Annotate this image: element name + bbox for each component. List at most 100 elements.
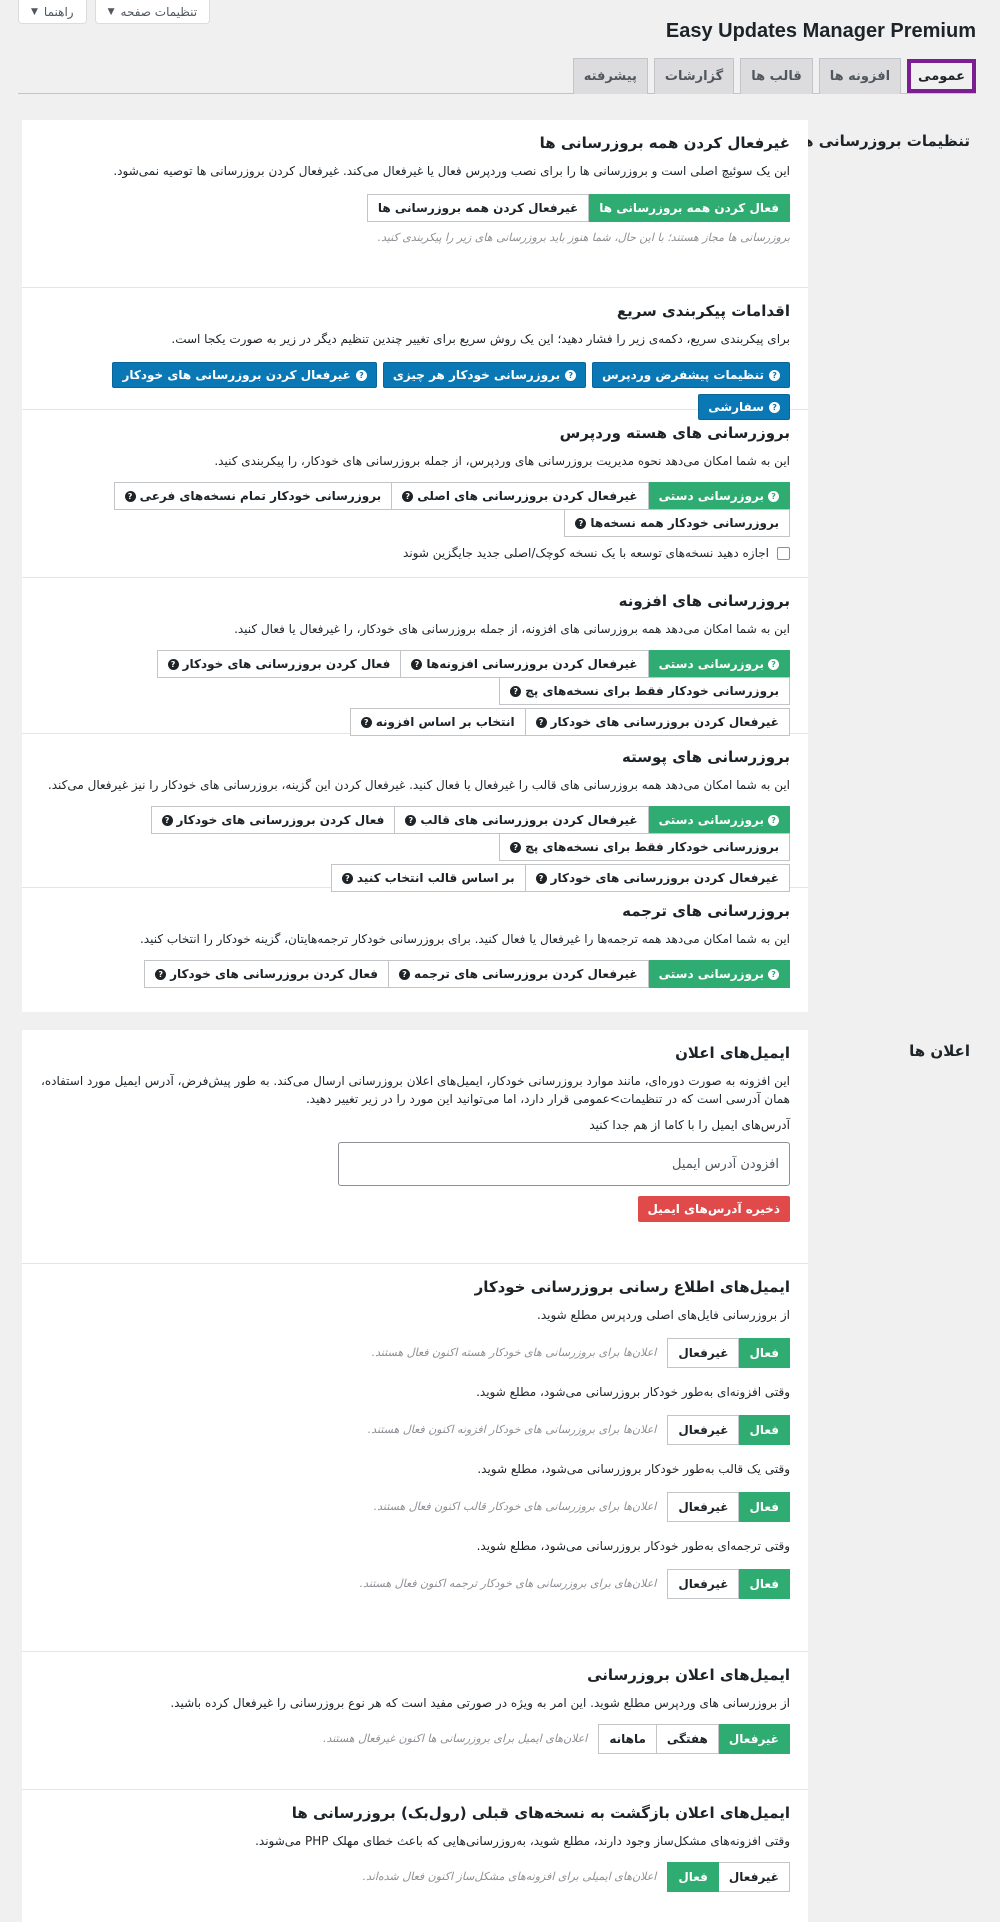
block-desc: این به شما امکان می‌دهد نحوه مدیریت بروز… <box>214 454 790 468</box>
translation-disable-button[interactable]: غیرفعال کردن بروزرسانی های ترجمه? <box>387 960 649 988</box>
core-all-button[interactable]: بروزرسانی خودکار همه نسخه‌ها? <box>564 509 790 537</box>
translation-updates-block: بروزرسانی های ترجمه این به شما امکان می‌… <box>22 888 808 1012</box>
caret-down-icon: ▼ <box>31 6 38 17</box>
block-title: اقدامات پیکربندی سریع <box>616 302 790 320</box>
core-minor-button[interactable]: بروزرسانی خودکار تمام نسخه‌های فرعی? <box>113 482 393 510</box>
disable-all-updates-button[interactable]: غیرفعال کردن همه بروزرسانی ها <box>366 194 590 222</box>
theme-notify-row: فعال غیرفعال اعلان‌ها برای بروزرسانی های… <box>40 1492 790 1522</box>
plugin-disable-auto-button[interactable]: غیرفعال کردن بروزرسانی های خودکار? <box>524 708 790 736</box>
help-icon: ? <box>565 369 577 381</box>
block-title: بروزرسانی های هسته وردپرس <box>559 424 790 442</box>
help-icon: ? <box>167 658 179 670</box>
translation-notify-on-button[interactable]: فعال <box>738 1569 790 1599</box>
plugin-manual-button[interactable]: ? بروزرسانی دستی <box>647 650 790 678</box>
custom-button[interactable]: ? سفارشی <box>698 394 790 420</box>
block-desc: این به شما امکان می‌دهد همه بروزرسانی ها… <box>234 622 790 636</box>
tab-general[interactable]: عمومی <box>907 59 976 93</box>
page-title: Easy Updates Manager Premium <box>665 20 976 42</box>
update-notify-monthly-button[interactable]: ماهانه <box>598 1724 657 1754</box>
block-desc: این افزونه به صورت دوره‌ای، مانند موارد … <box>40 1074 790 1106</box>
rollback-notify-toggle: غیرفعال فعال <box>667 1862 790 1892</box>
help-icon: ? <box>355 369 367 381</box>
core-manual-button[interactable]: ? بروزرسانی دستی <box>647 482 790 510</box>
core-options: ? بروزرسانی دستی غیرفعال کردن بروزرسانی ه… <box>40 482 790 537</box>
block-title: ایمیل‌های اعلان <box>675 1044 790 1062</box>
help-icon: ? <box>360 716 372 728</box>
enable-all-updates-button[interactable]: فعال کردن همه بروزرسانی ها <box>588 194 790 222</box>
theme-patch-only-button[interactable]: بروزرسانی خودکار فقط برای نسخه‌های پچ? <box>499 833 790 861</box>
update-notify-off-button[interactable]: غیرفعال <box>717 1724 790 1754</box>
plugin-disable-button[interactable]: غیرفعال کردن بروزرسانی افزونه‌ها? <box>400 650 649 678</box>
translation-notify-toggle: فعال غیرفعال <box>667 1569 790 1599</box>
theme-enable-auto-button[interactable]: فعال کردن بروزرسانی های خودکار? <box>150 806 396 834</box>
theme-notify-off-button[interactable]: غیرفعال <box>667 1492 740 1522</box>
tab-logs[interactable]: گزارشات <box>653 58 735 94</box>
core-notify-hint: اعلان‌ها برای بروزرسانی های خودکار هسته … <box>371 1346 657 1359</box>
caret-down-icon: ▼ <box>107 6 115 17</box>
theme-select-per-theme-button[interactable]: بر اساس قالب انتخاب کنید? <box>330 864 526 892</box>
save-emails-button[interactable]: ذخیره آدرس‌های ایمیل <box>637 1196 790 1222</box>
help-icon: ? <box>411 658 423 670</box>
theme-manual-button[interactable]: ? بروزرسانی دستی <box>647 806 790 834</box>
translation-manual-button[interactable]: ? بروزرسانی دستی <box>647 960 790 988</box>
rollback-notify-on-button[interactable]: فعال <box>667 1862 719 1892</box>
translation-notify-hint: اعلان‌های برای بروزرسانی های خودکار ترجم… <box>359 1577 657 1590</box>
rollback-notify-block: ایمیل‌های اعلان بازگشت به نسخه‌های قبلی … <box>22 1790 808 1922</box>
plugin-select-per-plugin-button[interactable]: انتخاب بر اساس افزونه? <box>349 708 526 736</box>
dev-versions-checkbox[interactable] <box>777 546 790 560</box>
theme-notify-hint: اعلان‌ها برای بروزرسانی های خودکار قالب … <box>373 1500 657 1513</box>
translation-notify-question: وقتی ترجمه‌ای به‌طور خودکار بروزرسانی می… <box>476 1539 790 1553</box>
auto-update-everything-button[interactable]: ? بروزرسانی خودکار هر چیزی <box>382 362 587 388</box>
tab-bar: عمومی افزونه ها قالب ها گزارشات پیشرفته <box>18 58 976 94</box>
tab-advanced[interactable]: پیشرفته <box>572 58 648 94</box>
rollback-notify-off-button[interactable]: غیرفعال <box>717 1862 790 1892</box>
block-hint: بروزرسانی ها مجاز هستند؛ با این حال، شما… <box>377 231 790 244</box>
help-icon: ? <box>341 872 353 884</box>
block-title: ایمیل‌های اعلان بروزرسانی <box>587 1666 790 1684</box>
help-icon: ? <box>768 968 779 980</box>
dev-versions-option[interactable]: اجازه دهید نسخه‌های توسعه با یک نسخه کوچ… <box>40 546 790 560</box>
plugin-options-row1: ? بروزرسانی دستی غیرفعال کردن بروزرسانی ا… <box>40 650 790 705</box>
plugin-enable-auto-button[interactable]: فعال کردن بروزرسانی های خودکار? <box>156 650 402 678</box>
screen-options: راهنما ▼ تنظیمات صفحه ▼ <box>18 0 211 24</box>
email-input[interactable]: افزودن آدرس ایمیل <box>338 1142 790 1186</box>
help-button[interactable]: راهنما ▼ <box>18 0 87 24</box>
help-icon: ? <box>575 517 587 529</box>
translation-notify-row: فعال غیرفعال اعلان‌های برای بروزرسانی ها… <box>40 1569 790 1599</box>
email-label: آدرس‌های ایمیل را با کاما از هم جدا کنید <box>589 1118 790 1132</box>
plugin-notify-hint: اعلان‌ها برای بروزرسانی های خودکار افزون… <box>367 1423 657 1436</box>
block-desc: وقتی افزونه‌های مشکل‌ساز وجود دارند، مطل… <box>255 1834 790 1848</box>
translation-enable-auto-button[interactable]: فعال کردن بروزرسانی های خودکار? <box>144 960 389 988</box>
theme-disable-button[interactable]: غیرفعال کردن بروزرسانی های قالب? <box>394 806 649 834</box>
disable-auto-updates-button[interactable]: ? غیرفعال کردن بروزرسانی های خودکار <box>112 362 377 388</box>
plugin-notify-off-button[interactable]: غیرفعال <box>667 1415 740 1445</box>
theme-notify-question: وقتی یک قالب به‌طور خودکار بروزرسانی می‌… <box>477 1462 790 1476</box>
core-notify-off-button[interactable]: غیرفعال <box>667 1338 740 1368</box>
plugin-patch-only-button[interactable]: بروزرسانی خودکار فقط برای نسخه‌های پچ? <box>499 677 790 705</box>
theme-options-row1: ? بروزرسانی دستی غیرفعال کردن بروزرسانی ه… <box>40 806 790 861</box>
block-desc: این یک سوئیچ اصلی است و بروزرسانی ها را … <box>113 164 790 178</box>
tab-plugins[interactable]: افزونه ها <box>818 58 902 94</box>
help-icon: ? <box>768 490 779 502</box>
theme-updates-block: بروزرسانی های پوسته این به شما امکان می‌… <box>22 734 808 892</box>
theme-notify-toggle: فعال غیرفعال <box>667 1492 790 1522</box>
core-notify-on-button[interactable]: فعال <box>738 1338 790 1368</box>
plugin-notify-on-button[interactable]: فعال <box>738 1415 790 1445</box>
theme-disable-auto-button[interactable]: غیرفعال کردن بروزرسانی های خودکار? <box>524 864 790 892</box>
core-updates-block: بروزرسانی های هسته وردپرس این به شما امک… <box>22 410 808 578</box>
tab-themes[interactable]: قالب ها <box>740 58 813 94</box>
block-desc: برای پیکربندی سریع، دکمه‌ی زیر را فشار د… <box>171 332 790 346</box>
rollback-notify-hint: اعلان‌های ایمیلی برای افزونه‌های مشکل‌سا… <box>362 1870 657 1883</box>
update-notify-frequency: غیرفعال هفتگی ماهانه <box>598 1724 790 1754</box>
wp-defaults-button[interactable]: ? تنظیمات پیشفرض وردپرس <box>592 362 790 388</box>
core-disable-button[interactable]: غیرفعال کردن بروزرسانی های اصلی? <box>391 482 649 510</box>
translation-options: ? بروزرسانی دستی غیرفعال کردن بروزرسانی ه… <box>40 960 790 988</box>
translation-notify-off-button[interactable]: غیرفعال <box>667 1569 740 1599</box>
update-notify-weekly-button[interactable]: هفتگی <box>655 1724 719 1754</box>
block-title: ایمیل‌های اطلاع رسانی بروزرسانی خودکار <box>474 1278 790 1296</box>
plugin-updates-block: بروزرسانی های افزونه این به شما امکان می… <box>22 578 808 736</box>
theme-notify-on-button[interactable]: فعال <box>738 1492 790 1522</box>
plugin-notify-row: فعال غیرفعال اعلان‌ها برای بروزرسانی های… <box>40 1415 790 1445</box>
page-settings-button[interactable]: تنظیمات صفحه ▼ <box>94 0 211 24</box>
block-title: بروزرسانی های افزونه <box>618 592 790 610</box>
